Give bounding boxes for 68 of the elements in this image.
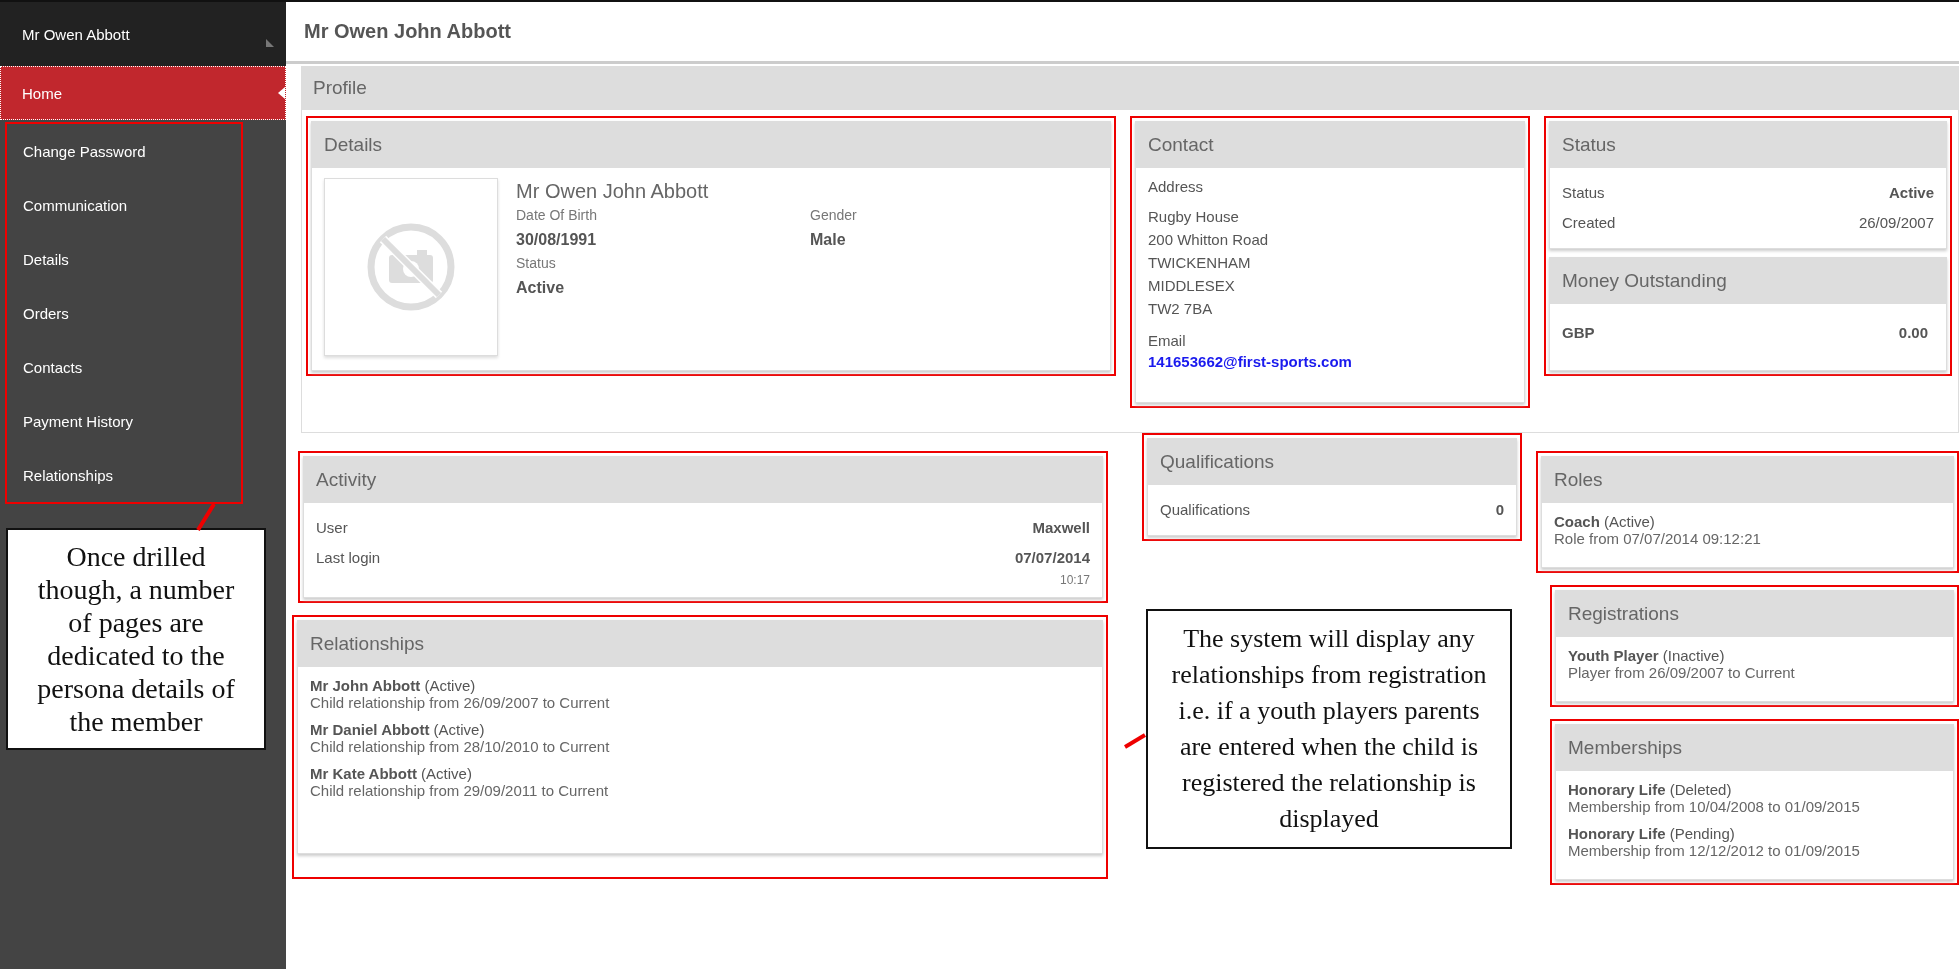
panel-header: Activity <box>304 457 1102 503</box>
nav-item[interactable]: Payment History <box>7 394 241 448</box>
address-line: 200 Whitton Road <box>1148 230 1270 250</box>
login-time: 10:17 <box>1059 573 1090 587</box>
nav-item[interactable]: Relationships <box>7 448 241 502</box>
nav-item[interactable]: Details <box>7 232 241 286</box>
activity-label: User <box>316 518 348 538</box>
status-label: Status <box>1562 183 1605 203</box>
status-value: 26/09/2007 <box>1858 213 1934 233</box>
nav-item[interactable]: Orders <box>7 286 241 340</box>
field-label: Date Of Birth <box>516 207 598 223</box>
entry-title: Mr Daniel Abbott (Active) <box>310 721 486 738</box>
corner-icon <box>266 39 274 47</box>
qualifications-label: Qualifications <box>1160 500 1251 520</box>
nav-item[interactable]: Change Password <box>7 124 241 178</box>
panel-header: Money Outstanding <box>1550 258 1946 304</box>
address-line: TW2 7BA <box>1148 299 1214 319</box>
panel-header: Relationships <box>298 621 1102 667</box>
field-label: Status <box>516 255 557 271</box>
address-line: TWICKENHAM <box>1148 253 1252 273</box>
member-name: Mr Owen John Abbott <box>516 180 710 203</box>
activity-value: 07/07/2014 <box>1014 548 1090 568</box>
entry-detail: Child relationship from 28/10/2010 to Current <box>310 738 611 755</box>
panel-header: Memberships <box>1556 725 1953 771</box>
email-label: Email <box>1148 332 1187 349</box>
entry-title: Mr John Abbott (Active) <box>310 677 477 694</box>
user-menu[interactable]: Mr Owen Abbott <box>0 2 286 66</box>
field-value: Active <box>516 279 566 297</box>
entry-title: Coach (Active) <box>1554 513 1656 530</box>
entry-detail: Role from 07/07/2014 09:12:21 <box>1554 530 1762 547</box>
entry-title: Mr Kate Abbott (Active) <box>310 765 473 782</box>
field-label: Gender <box>810 207 858 223</box>
field-value: Male <box>810 231 847 249</box>
entry-detail: Player from 26/09/2007 to Current <box>1568 664 1796 681</box>
activity-label: Last login <box>316 548 381 568</box>
amount-value: 0.00 <box>1898 323 1928 343</box>
entry-title: Honorary Life (Pending) <box>1568 825 1736 842</box>
page-title: Mr Owen John Abbott <box>304 20 511 43</box>
panel-header: Details <box>312 122 1110 168</box>
activity-value: Maxwell <box>1032 518 1090 538</box>
leader-line <box>1124 733 1146 749</box>
entry-detail: Child relationship from 26/09/2007 to Current <box>310 694 611 711</box>
entry-detail: Membership from 12/12/2012 to 01/09/2015 <box>1568 842 1861 859</box>
annotation-callout: The system will display any relationships from registration i.e. if a youth players parents are entered when the child is registered the relationship is displayed <box>1146 609 1512 849</box>
section-title: Profile <box>313 77 367 99</box>
annotation-callout: Once drilled though, a number of pages are dedicated to the persona details of the member <box>6 528 266 750</box>
panel-header: Registrations <box>1556 591 1953 637</box>
address-line: Rugby House <box>1148 207 1240 227</box>
status-label: Created <box>1562 213 1616 233</box>
entry-detail: Child relationship from 29/09/2011 to Current <box>310 782 610 799</box>
address-label: Address <box>1148 178 1205 195</box>
nav-item[interactable]: Contacts <box>7 340 241 394</box>
currency-label: GBP <box>1562 323 1595 343</box>
panel-header: Contact <box>1136 122 1524 168</box>
panel-header: Qualifications <box>1148 439 1516 485</box>
status-value: Active <box>1888 183 1934 203</box>
email-link[interactable]: 141653662@first-sports.com <box>1148 353 1352 370</box>
panel-header: Roles <box>1542 457 1953 503</box>
field-value: 30/08/1991 <box>516 231 598 249</box>
nav-item[interactable]: Communication <box>7 178 241 232</box>
address-line: MIDDLESEX <box>1148 276 1236 296</box>
entry-detail: Membership from 10/04/2008 to 01/09/2015 <box>1568 798 1861 815</box>
entry-title: Youth Player (Inactive) <box>1568 647 1726 664</box>
nav-item[interactable]: Home <box>0 66 286 120</box>
entry-title: Honorary Life (Deleted) <box>1568 781 1733 798</box>
no-photo-icon <box>365 221 457 313</box>
panel-header: Status <box>1550 122 1946 168</box>
qualifications-count: 0 <box>1495 500 1504 520</box>
